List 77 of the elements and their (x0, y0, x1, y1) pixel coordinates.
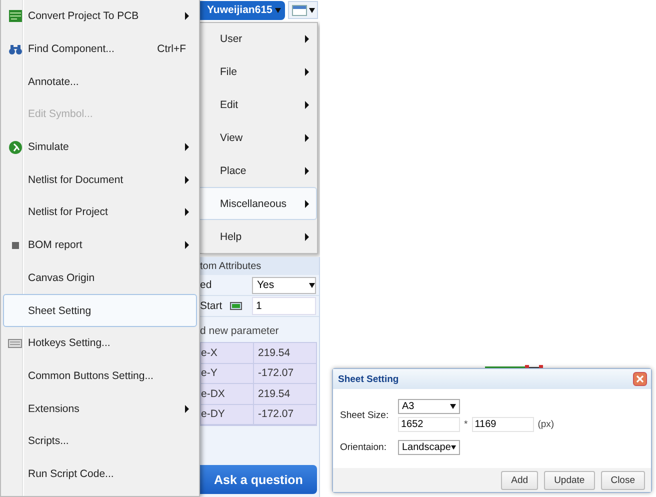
times-sign: * (464, 419, 468, 430)
caret-icon (275, 8, 282, 12)
user-button[interactable]: Yuweijian615 (200, 0, 286, 20)
input-field[interactable]: 1169 (472, 417, 534, 432)
menu-item[interactable]: Scripts... (3, 424, 197, 458)
menu-item[interactable]: Miscellaneous (200, 187, 317, 220)
menu-item[interactable]: Run Script Code... (3, 458, 197, 490)
submenu-arrow-icon (304, 200, 310, 208)
shortcut-label: Ctrl+F (157, 43, 186, 56)
menu-item[interactable]: File (200, 56, 317, 89)
view-menu-button[interactable] (288, 1, 318, 19)
dialog-title: Sheet Setting (338, 374, 399, 384)
menu-item[interactable]: Extensions (3, 392, 197, 425)
submenu-arrow-icon (184, 208, 190, 216)
battery-icon (230, 302, 242, 310)
table-cell: -172.07 (253, 404, 316, 425)
table-cell: e-DX (201, 384, 253, 404)
submenu-arrow-icon (304, 101, 310, 110)
menu-item[interactable]: Find Component... Ctrl+F (3, 32, 197, 66)
submenu-arrow-icon (304, 35, 310, 44)
caret-icon (308, 8, 314, 12)
circuit-board-icon (8, 10, 22, 22)
submenu-arrow-icon (304, 134, 310, 142)
ask-question-button[interactable]: Ask a question (200, 465, 317, 494)
submenu-arrow-icon (304, 166, 310, 175)
submenu-arrow-icon (184, 12, 190, 20)
menu-item[interactable]: Netlist for Project (3, 196, 197, 229)
window-icon (292, 4, 306, 16)
dialog-button[interactable]: Add (501, 470, 538, 490)
keyboard-icon (8, 338, 22, 348)
add-parameter-link[interactable]: d new parameter (200, 320, 319, 342)
select-field[interactable]: Yes (252, 276, 316, 294)
dialog-button[interactable]: Close (600, 470, 645, 490)
submenu-arrow-icon (304, 232, 310, 241)
table-cell: e-DY (201, 404, 253, 425)
menu-item[interactable]: Common Buttons Setting... (3, 360, 197, 392)
menu-item[interactable]: Convert Project To PCB (3, 0, 197, 33)
menu-item[interactable]: Place (200, 154, 317, 188)
menu-item[interactable]: Sheet Setting (3, 294, 197, 327)
submenu-arrow-icon (184, 143, 190, 152)
input-field[interactable]: 1 (252, 297, 316, 315)
close-icon (636, 375, 644, 383)
dialog-button[interactable]: Update (544, 470, 595, 490)
menu-item[interactable]: Edit (200, 88, 317, 122)
menu-item[interactable]: Help (200, 220, 317, 254)
menu-item[interactable]: Simulate (3, 130, 197, 164)
table-cell: e-Y (201, 364, 253, 384)
table-cell: 219.54 (253, 343, 316, 364)
submenu-arrow-icon (304, 68, 310, 76)
field-label: Orientaion: (340, 442, 388, 453)
caret-icon (309, 282, 315, 288)
menu-item[interactable]: Annotate... (3, 65, 197, 98)
submenu-arrow-icon (184, 176, 190, 184)
field-label: ed (200, 279, 213, 291)
input-field[interactable]: 1652 (398, 417, 460, 432)
field-label: Sheet Size: (340, 410, 390, 421)
menu-item[interactable]: User (200, 23, 317, 56)
table-cell: 219.54 (253, 384, 316, 404)
menu-item[interactable]: View (200, 122, 317, 154)
binoculars-icon (8, 44, 22, 55)
menu-item[interactable]: Netlist for Document (3, 163, 197, 196)
select-field[interactable]: A3 (398, 399, 460, 414)
unit-label: (px) (538, 419, 554, 430)
square-icon (12, 242, 18, 249)
submenu-arrow-icon (184, 404, 190, 413)
close-button[interactable] (633, 372, 647, 386)
menu-item[interactable]: Hotkeys Setting... (3, 326, 197, 360)
field-label: Start (200, 300, 222, 312)
table-cell: e-X (201, 343, 253, 364)
caret-icon (450, 404, 456, 409)
submenu-arrow-icon (184, 241, 190, 250)
select-field[interactable]: Landscape (398, 440, 460, 455)
table-cell: -172.07 (253, 364, 316, 384)
menu-item[interactable]: Canvas Origin (3, 262, 197, 294)
caret-icon (450, 445, 456, 450)
menu-item[interactable]: BOM report (3, 228, 197, 262)
section-header: tom Attributes (200, 257, 319, 275)
